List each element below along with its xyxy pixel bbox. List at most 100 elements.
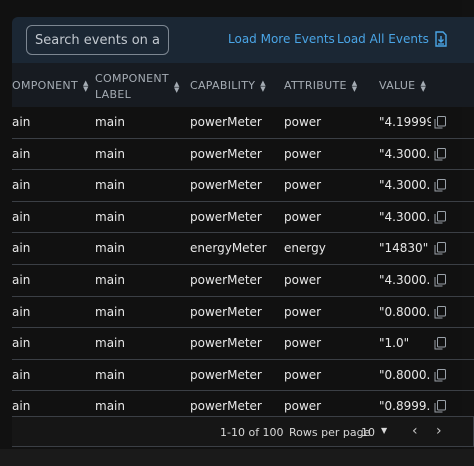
column-header-value-label: VALUE (379, 79, 416, 92)
table-row[interactable]: ain main powerMeter power "4.19999... (12, 107, 474, 139)
copy-icon[interactable] (434, 337, 446, 350)
next-page-button[interactable]: › (436, 423, 442, 439)
window-bottom-edge (0, 449, 474, 466)
table-header: OMPONENT ▲ ▼ COMPONENT LABEL ▲ ▼ CAPABILIT… (12, 63, 474, 107)
cell-component: ain (12, 146, 31, 161)
cell-value: "0.8000... (379, 304, 431, 319)
cell-component-label: main (95, 209, 125, 224)
copy-icon[interactable] (434, 368, 446, 382)
sort-icon: ▲ ▼ (173, 80, 180, 94)
cell-value: "4.3000... (379, 146, 431, 161)
column-header-component-label-text: COMPONENT LABEL (95, 71, 169, 103)
cell-component: ain (12, 178, 31, 193)
cell-value: "4.3000... (379, 273, 431, 287)
table-row[interactable]: ain main powerMeter power "0.8000... (12, 297, 474, 329)
cell-component-label: main (95, 273, 125, 287)
cell-attribute: power (284, 146, 322, 161)
cell-attribute: energy (284, 241, 326, 256)
cell-value: "4.19999... (379, 115, 431, 129)
load-more-events-button[interactable]: Load More Events (228, 32, 335, 46)
table-row[interactable]: ain main energyMeter energy "14830" (12, 233, 474, 265)
search-box[interactable] (26, 25, 169, 55)
copy-icon[interactable] (434, 305, 446, 319)
sort-icon: ▲ ▼ (82, 78, 89, 93)
cell-value: "1.0" (379, 336, 410, 351)
column-header-component-label: OMPONENT (12, 79, 78, 92)
column-header-label-line1: COMPONENT (95, 72, 169, 85)
table-row[interactable]: ain main powerMeter power "4.3000... (12, 265, 474, 297)
sort-icon: ▲ ▼ (260, 78, 266, 93)
rows-per-page-label: Rows per page (289, 426, 371, 439)
cell-capability: powerMeter (190, 399, 262, 414)
cell-attribute: power (284, 178, 322, 193)
cell-component-label: main (95, 304, 125, 319)
cell-component: ain (12, 241, 31, 256)
sort-icon: ▲ ▼ (351, 78, 358, 93)
column-header-capability[interactable]: CAPABILITY ▲ ▼ (190, 79, 266, 92)
download-icon[interactable] (434, 31, 448, 47)
table-row[interactable]: ain main powerMeter power "0.8000... (12, 360, 474, 392)
cell-attribute: power (284, 115, 322, 129)
cell-capability: powerMeter (190, 115, 262, 129)
events-table: OMPONENT ▲ ▼ COMPONENT LABEL ▲ ▼ CAPABILIT… (12, 63, 474, 416)
cell-attribute: power (284, 367, 322, 382)
cell-capability: powerMeter (190, 273, 262, 287)
cell-value: "4.3000... (379, 178, 431, 193)
cell-component-label: main (95, 367, 125, 382)
column-header-value[interactable]: VALUE ▲ ▼ (379, 79, 426, 92)
column-header-capability-label: CAPABILITY (190, 79, 256, 92)
cell-capability: powerMeter (190, 367, 262, 382)
cell-component: ain (12, 304, 31, 319)
copy-icon[interactable] (434, 210, 446, 224)
cell-component-label: main (95, 399, 125, 414)
table-row[interactable]: ain main powerMeter power "0.8999... (12, 391, 474, 416)
cell-component: ain (12, 115, 31, 129)
cell-capability: energyMeter (190, 241, 267, 256)
rows-per-page-select[interactable]: 10 (361, 426, 375, 439)
cell-attribute: power (284, 399, 322, 414)
sort-icon: ▲ ▼ (420, 78, 427, 93)
cell-attribute: power (284, 273, 322, 287)
copy-icon[interactable] (434, 400, 446, 413)
column-header-label-line2: LABEL (95, 88, 132, 101)
chevron-down-icon[interactable]: ▼ (381, 426, 387, 435)
cell-capability: powerMeter (190, 178, 262, 193)
cell-attribute: power (284, 304, 322, 319)
cell-component-label: main (95, 336, 125, 351)
cell-attribute: power (284, 209, 322, 224)
cell-component: ain (12, 336, 31, 351)
cell-value: "4.3000... (379, 209, 431, 224)
cell-component-label: main (95, 178, 125, 193)
copy-icon[interactable] (434, 179, 446, 192)
table-row[interactable]: ain main powerMeter power "4.3000... (12, 139, 474, 171)
pagination-range: 1-10 of 100 (220, 426, 284, 439)
cell-attribute: power (284, 336, 322, 351)
column-header-attribute[interactable]: ATTRIBUTE ▲ ▼ (284, 79, 357, 92)
cell-component: ain (12, 367, 31, 382)
cell-value: "14830" (379, 241, 429, 256)
cell-capability: powerMeter (190, 146, 262, 161)
events-panel: Load More Events Load All Events OMPONEN… (12, 17, 474, 449)
previous-page-button[interactable]: ‹ (412, 423, 418, 439)
column-header-attribute-label: ATTRIBUTE (284, 79, 347, 92)
cell-component-label: main (95, 241, 125, 256)
copy-icon[interactable] (434, 274, 446, 287)
search-input[interactable] (27, 26, 168, 54)
column-header-component-label-col[interactable]: COMPONENT LABEL ▲ ▼ (95, 71, 180, 103)
copy-icon[interactable] (434, 116, 446, 129)
cell-component-label: main (95, 115, 125, 129)
cell-capability: powerMeter (190, 304, 262, 319)
table-row[interactable]: ain main powerMeter power "4.3000... (12, 202, 474, 234)
load-all-events-button[interactable]: Load All Events (337, 32, 429, 46)
cell-capability: powerMeter (190, 209, 262, 224)
copy-icon[interactable] (434, 147, 446, 161)
cell-component: ain (12, 209, 31, 224)
table-pagination: 1-10 of 100 Rows per page 10 ▼ ‹ › (12, 416, 474, 447)
table-row[interactable]: ain main powerMeter power "1.0" (12, 328, 474, 360)
column-header-component[interactable]: OMPONENT ▲ ▼ (12, 79, 89, 92)
table-row[interactable]: ain main powerMeter power "4.3000... (12, 170, 474, 202)
cell-value: "0.8999... (379, 399, 431, 414)
copy-icon[interactable] (434, 242, 446, 255)
cell-value: "0.8000... (379, 367, 431, 382)
cell-capability: powerMeter (190, 336, 262, 351)
